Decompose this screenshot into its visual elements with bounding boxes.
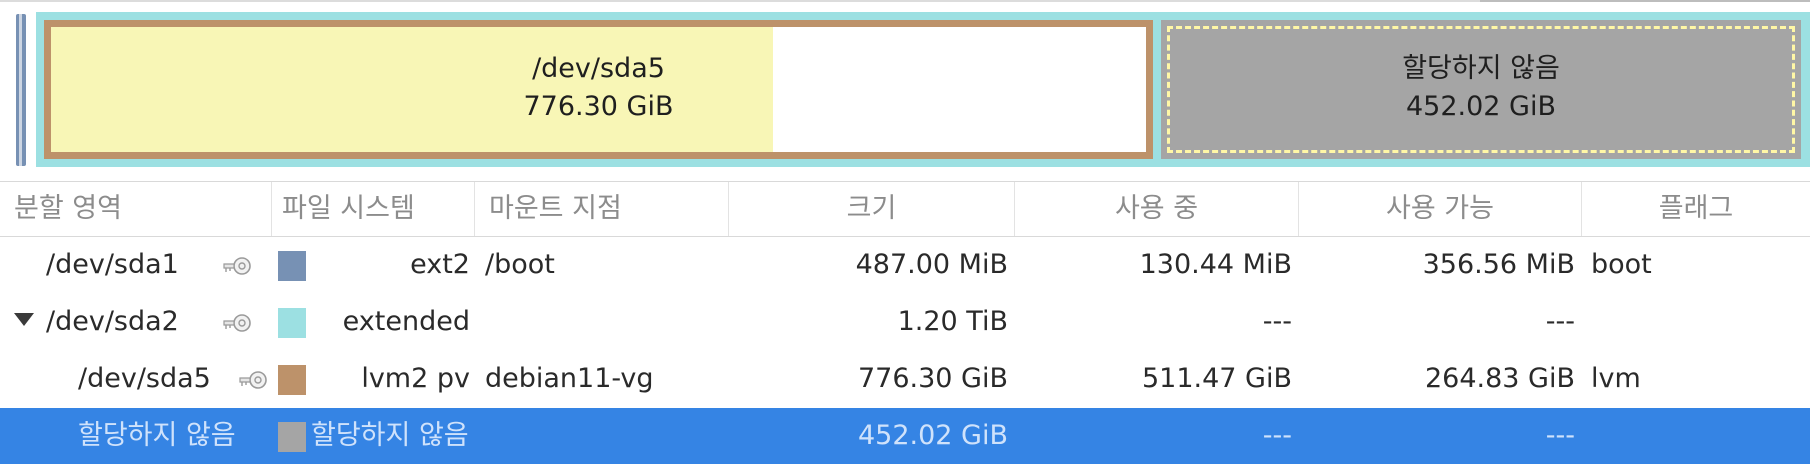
- partition-size: 776.30 GiB: [857, 363, 1008, 394]
- filesystem-color-swatch: [278, 308, 306, 338]
- partition-sda5-name: /dev/sda5: [532, 53, 665, 84]
- divider: [1480, 0, 1810, 2]
- filesystem-type: ext2: [410, 249, 470, 280]
- partition-flags: [1591, 294, 1791, 350]
- key-icon: [223, 314, 251, 332]
- table-row[interactable]: /dev/sda2 extended 1.20 TiB --- ---: [0, 294, 1810, 350]
- partition-name: /dev/sda5: [78, 363, 211, 394]
- partition-free: 356.56 MiB: [1422, 249, 1575, 280]
- column-header-size[interactable]: 크기: [729, 182, 1015, 236]
- partition-free: ---: [1545, 420, 1575, 451]
- mount-point: debian11-vg: [485, 363, 654, 394]
- partition-flags: boot: [1591, 249, 1652, 280]
- mount-point: /boot: [485, 249, 555, 280]
- expander-arrow-icon[interactable]: [14, 313, 34, 326]
- filesystem-color-swatch: [278, 422, 306, 452]
- filesystem-color-swatch: [278, 365, 306, 395]
- unallocated-size: 452.02 GiB: [1405, 91, 1556, 122]
- unallocated-block[interactable]: 할당하지 않음 452.02 GiB: [1161, 20, 1801, 159]
- partition-name: /dev/sda2: [46, 306, 179, 337]
- table-row[interactable]: 할당하지 않음 할당하지 않음 452.02 GiB --- ---: [0, 408, 1810, 464]
- partition-table: 분할 영역 파일 시스템 마운트 지점 크기 사용 중 사용 가능 플래그 /d…: [0, 181, 1810, 469]
- partition-graph: /dev/sda5 776.30 GiB 할당하지 않음 452.02 GiB: [0, 0, 1810, 181]
- table-row[interactable]: /dev/sda5 lvm2 pv debian11-vg 776.30 GiB 511…: [0, 351, 1810, 407]
- column-header-flags[interactable]: 플래그: [1582, 182, 1810, 236]
- mount-point: [485, 294, 725, 350]
- partition-sda5-block[interactable]: /dev/sda5 776.30 GiB: [44, 20, 1153, 159]
- partition-used: ---: [1262, 306, 1292, 337]
- column-header-mountpoint[interactable]: 마운트 지점: [475, 182, 729, 236]
- partition-sda5-inner: /dev/sda5 776.30 GiB: [51, 27, 1146, 152]
- partition-free: ---: [1545, 306, 1575, 337]
- partition-flags: [1591, 408, 1791, 464]
- partition-sda5-size: 776.30 GiB: [523, 91, 674, 122]
- unallocated-name: 할당하지 않음: [1402, 53, 1560, 84]
- partition-flags: lvm: [1591, 363, 1641, 394]
- column-header-free[interactable]: 사용 가능: [1299, 182, 1582, 236]
- partition-name: 할당하지 않음: [78, 420, 236, 451]
- partition-size: 1.20 TiB: [897, 306, 1008, 337]
- partition-size: 452.02 GiB: [857, 420, 1008, 451]
- column-header-filesystem[interactable]: 파일 시스템: [272, 182, 475, 236]
- key-icon: [223, 257, 251, 275]
- partition-used: 130.44 MiB: [1139, 249, 1292, 280]
- partition-size: 487.00 MiB: [855, 249, 1008, 280]
- table-row[interactable]: /dev/sda1 ext2/boot 487.00 MiB 130.44 MiB 35…: [0, 237, 1810, 293]
- filesystem-color-swatch: [278, 251, 306, 281]
- column-header-used[interactable]: 사용 중: [1015, 182, 1299, 236]
- column-header-partition[interactable]: 분할 영역: [0, 182, 272, 236]
- partition-free: 264.83 GiB: [1424, 363, 1575, 394]
- partition-used: ---: [1262, 420, 1292, 451]
- partition-name: /dev/sda1: [46, 249, 179, 280]
- key-icon: [239, 371, 267, 389]
- partition-used: 511.47 GiB: [1141, 363, 1292, 394]
- filesystem-type: 할당하지 않음: [311, 420, 469, 451]
- partition-sda1-block[interactable]: [16, 14, 26, 166]
- table-header: 분할 영역 파일 시스템 마운트 지점 크기 사용 중 사용 가능 플래그: [0, 181, 1810, 237]
- mount-point: [485, 408, 725, 464]
- filesystem-type: extended: [342, 306, 470, 337]
- filesystem-type: lvm2 pv: [361, 363, 470, 394]
